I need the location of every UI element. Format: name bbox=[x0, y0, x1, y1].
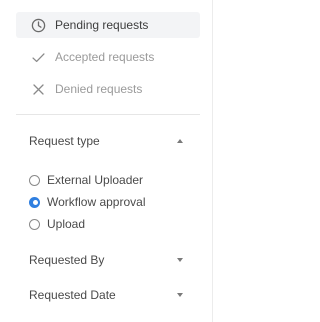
check-icon bbox=[30, 49, 46, 65]
nav-divider bbox=[16, 114, 200, 115]
radio-upload[interactable]: Upload bbox=[29, 215, 85, 233]
panel-border bbox=[212, 0, 213, 322]
radio-button-selected[interactable] bbox=[29, 196, 40, 208]
radio-external-uploader[interactable]: External Uploader bbox=[29, 171, 143, 189]
requested-date-header[interactable]: Requested Date bbox=[29, 285, 183, 305]
request-type-header[interactable]: Request type bbox=[29, 131, 183, 151]
nav-item-denied-requests[interactable]: Denied requests bbox=[16, 76, 200, 102]
requested-by-label: Requested By bbox=[29, 253, 105, 267]
radio-label: Workflow approval bbox=[47, 195, 146, 209]
clock-icon bbox=[30, 17, 46, 33]
radio-workflow-approval[interactable]: Workflow approval bbox=[29, 193, 145, 211]
radio-label: External Uploader bbox=[47, 173, 144, 187]
chevron-down-icon bbox=[177, 258, 183, 262]
radio-label: Upload bbox=[47, 217, 86, 231]
chevron-up-icon bbox=[177, 139, 183, 143]
nav-item-label: Pending requests bbox=[55, 18, 149, 32]
nav-item-label: Accepted requests bbox=[55, 50, 155, 64]
chevron-down-icon bbox=[177, 293, 183, 297]
x-icon bbox=[30, 81, 46, 97]
nav-item-label: Denied requests bbox=[55, 82, 143, 96]
radio-button[interactable] bbox=[29, 174, 40, 186]
radio-button[interactable] bbox=[29, 218, 40, 230]
request-type-label: Request type bbox=[29, 134, 100, 148]
nav-item-accepted-requests[interactable]: Accepted requests bbox=[16, 44, 200, 70]
requested-date-label: Requested Date bbox=[29, 288, 116, 302]
requested-by-header[interactable]: Requested By bbox=[29, 250, 183, 270]
filter-sidebar: Pending requests Accepted requests Denie… bbox=[0, 0, 212, 322]
nav-item-pending-requests[interactable]: Pending requests bbox=[16, 12, 200, 38]
